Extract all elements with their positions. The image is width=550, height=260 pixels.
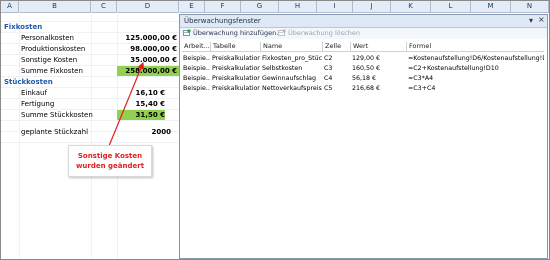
watch-cell-zelle: C5: [324, 85, 333, 92]
watch-cell-formel: =C3*A4: [408, 75, 434, 82]
watch-cell-tabelle: Preiskalkulation: [212, 85, 260, 92]
sonstige-kosten-value[interactable]: 35.000,00 €: [119, 56, 177, 65]
delete-watch-button[interactable]: Überwachung löschen: [278, 29, 360, 38]
header-name[interactable]: Name: [260, 42, 322, 51]
column-header-row: A B C D E F G H I J K L M N: [1, 1, 549, 13]
dropdown-icon[interactable]: ▾: [529, 16, 533, 25]
column-header-n[interactable]: N: [511, 1, 549, 12]
callout-line-2: wurden geändert: [75, 162, 145, 170]
delete-watch-label: Überwachung löschen: [288, 29, 360, 37]
watch-cell-name: Nettoverkaufspreis: [262, 85, 322, 92]
watch-cell-wert: 56,18 €: [352, 75, 377, 82]
produktionskosten-value[interactable]: 98.000,00 €: [119, 45, 177, 54]
summe-fixkosten-value[interactable]: 258.000,00 €: [119, 67, 177, 76]
watch-window-title: Überwachungsfenster: [184, 17, 261, 25]
fertigung-value[interactable]: 15,40 €: [119, 100, 165, 109]
spreadsheet-window: A B C D E F G H I J K L M N Fixkosten Pe…: [0, 0, 550, 260]
watch-cell-formel: =C2+Kostenaufstellung!D10: [408, 65, 499, 72]
delete-watch-icon: [278, 29, 286, 36]
column-header-k[interactable]: K: [391, 1, 431, 12]
column-header-j[interactable]: J: [353, 1, 391, 12]
sonstige-kosten-label[interactable]: Sonstige Kosten: [21, 56, 77, 65]
watch-cell-name: Gewinnaufschlag: [262, 75, 317, 82]
watch-cell-name: Fixkosten_pro_Stück: [262, 55, 322, 62]
column-header-l[interactable]: L: [431, 1, 471, 12]
watch-cell-formel: =Kostenaufstellung!D6/Kostenaufstellung!…: [408, 55, 544, 62]
add-watch-icon: [183, 29, 191, 36]
header-zelle[interactable]: Zelle: [322, 42, 350, 51]
column-header-f[interactable]: F: [205, 1, 241, 12]
column-header-b[interactable]: B: [19, 1, 91, 12]
close-icon[interactable]: ×: [538, 15, 545, 24]
personalkosten-value[interactable]: 125.000,00 €: [119, 34, 177, 43]
watch-cell-zelle: C2: [324, 55, 333, 62]
header-wert[interactable]: Wert: [350, 42, 406, 51]
summe-stueckkosten-value[interactable]: 31,50 €: [119, 111, 165, 120]
watch-grid-header: Arbeit... Tabelle Name Zelle Wert Formel: [182, 42, 544, 52]
watch-window-titlebar[interactable]: Überwachungsfenster ▾ ×: [180, 15, 547, 28]
column-header-d[interactable]: D: [117, 1, 179, 12]
column-header-a[interactable]: A: [1, 1, 19, 12]
summe-stueckkosten-label[interactable]: Summe Stückkosten: [21, 111, 93, 120]
watch-cell-tabelle: Preiskalkulation: [212, 55, 260, 62]
watch-window-toolbar: Überwachung hinzufügen... Überwachung lö…: [180, 28, 547, 39]
stueckzahl-label[interactable]: geplante Stückzahl: [21, 128, 88, 137]
watch-cell-arbeitsmappe: Beispie...: [183, 65, 210, 72]
column-header-c[interactable]: C: [91, 1, 117, 12]
einkauf-value[interactable]: 16,10 €: [119, 89, 165, 98]
watch-cell-arbeitsmappe: Beispie...: [183, 55, 210, 62]
column-header-i[interactable]: I: [317, 1, 353, 12]
watch-cell-arbeitsmappe: Beispie...: [183, 75, 210, 82]
watch-cell-tabelle: Preiskalkulation: [212, 65, 260, 72]
callout-box: Sonstige Kosten wurden geändert: [68, 145, 152, 177]
add-watch-button[interactable]: Überwachung hinzufügen...: [183, 29, 282, 38]
watch-cell-arbeitsmappe: Beispie...: [183, 85, 210, 92]
watch-row[interactable]: Beispie... Preiskalkulation Nettoverkauf…: [182, 84, 544, 94]
watch-row[interactable]: Beispie... Preiskalkulation Gewinnaufsch…: [182, 74, 544, 84]
column-header-g[interactable]: G: [241, 1, 279, 12]
fertigung-label[interactable]: Fertigung: [21, 100, 54, 109]
fixkosten-header[interactable]: Fixkosten: [4, 23, 42, 32]
personalkosten-label[interactable]: Personalkosten: [21, 34, 74, 43]
callout-line-1: Sonstige Kosten: [77, 152, 143, 160]
produktionskosten-label[interactable]: Produktionskosten: [21, 45, 85, 54]
header-tabelle[interactable]: Tabelle: [210, 42, 260, 51]
column-header-e[interactable]: E: [179, 1, 205, 12]
watch-row[interactable]: Beispie... Preiskalkulation Fixkosten_pr…: [182, 54, 544, 64]
watch-cell-zelle: C4: [324, 75, 333, 82]
watch-cell-formel: =C3+C4: [408, 85, 436, 92]
watch-cell-wert: 160,50 €: [352, 65, 381, 72]
watch-cell-tabelle: Preiskalkulation: [212, 75, 260, 82]
watch-cell-zelle: C3: [324, 65, 333, 72]
header-arbeitsmappe[interactable]: Arbeit...: [182, 42, 210, 51]
watch-cell-name: Selbstkosten: [262, 65, 303, 72]
add-watch-label: Überwachung hinzufügen...: [193, 29, 283, 37]
stueckkosten-header[interactable]: Stückkosten: [4, 78, 53, 87]
summe-fixkosten-label[interactable]: Summe Fixkosten: [21, 67, 83, 76]
watch-cell-wert: 216,68 €: [352, 85, 381, 92]
column-header-h[interactable]: H: [279, 1, 317, 12]
watch-row[interactable]: Beispie... Preiskalkulation Selbstkosten…: [182, 64, 544, 74]
header-formel[interactable]: Formel: [406, 42, 544, 51]
watch-cell-wert: 129,00 €: [352, 55, 381, 62]
watch-window: Überwachungsfenster ▾ × Überwachung hinz…: [179, 14, 548, 259]
einkauf-label[interactable]: Einkauf: [21, 89, 47, 98]
column-header-m[interactable]: M: [471, 1, 511, 12]
stueckzahl-value[interactable]: 2000: [119, 128, 171, 137]
